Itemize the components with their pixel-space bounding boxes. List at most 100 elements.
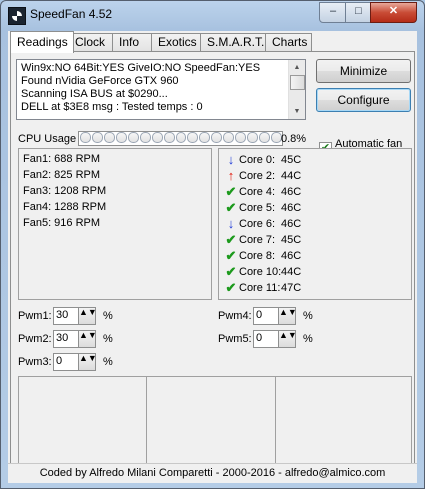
cpu-usage-segment [163,132,175,143]
cpu-usage-segment [223,132,235,143]
cpu-usage-segment [187,132,199,143]
panel-divider [146,377,147,467]
temp-trend-icon: ↓ [227,216,235,231]
temp-trend-icon: ↑ [227,168,235,183]
pwm4-spin-icon[interactable]: ▲▼ [278,308,297,324]
pwm3-stepper[interactable]: 0 ▲▼ [53,353,97,371]
window-close-button[interactable]: ✕ [370,2,417,23]
pwm5-unit: % [303,333,313,345]
speedfan-window: SpeedFan 4.52 – □ ✕ Readings Clock Info … [0,0,425,489]
title-bar[interactable]: SpeedFan 4.52 – □ ✕ [1,1,424,28]
tab-clock[interactable]: Clock [68,33,118,51]
log-line: Win9x:NO 64Bit:YES GiveIO:NO SpeedFan:YE… [21,62,261,74]
pwm2-unit: % [103,333,113,345]
pwm1-spin-icon[interactable]: ▲▼ [78,308,97,324]
temp-name: Core 6: [239,218,276,230]
cpu-usage-segment [127,132,139,143]
temp-row: ✔ Core 7: 45C [223,232,403,248]
cpu-usage-segment [151,132,163,143]
temp-value: 45C [281,154,302,166]
pwm1-unit: % [103,310,113,322]
fan-reading: Fan4: 1288 RPM [23,201,107,213]
temp-name: Core 5: [239,202,276,214]
credits-text: Coded by Alfredo Milani Comparetti - 200… [39,467,386,479]
temp-row: ↑ Core 2: 44C [223,168,403,184]
cpu-usage-segment [115,132,127,143]
temperatures-box: ↓ Core 0: 45C ↑ Core 2: 44C ✔ Core 4: 46… [218,148,412,300]
temp-row: ✔ Core 8: 46C [223,248,403,264]
pwm1-value[interactable]: 30 [56,309,68,321]
log-box[interactable]: Win9x:NO 64Bit:YES GiveIO:NO SpeedFan:YE… [16,59,306,120]
cpu-usage-segment [235,132,247,143]
temp-name: Core 0: [239,154,276,166]
cpu-usage-segment [103,132,115,143]
fan-speeds-box: Fan1: 688 RPM Fan2: 825 RPM Fan3: 1208 R… [18,148,212,300]
pwm2-value[interactable]: 30 [56,332,68,344]
temp-name: Core 2: [239,170,276,182]
scroll-thumb[interactable] [290,75,305,90]
pwm2-stepper[interactable]: 30 ▲▼ [53,330,97,348]
temp-row: ↓ Core 0: 45C [223,152,403,168]
window-minimize-button[interactable]: – [319,2,347,23]
pwm5-spin-icon[interactable]: ▲▼ [278,331,297,347]
log-line: Found nVidia GeForce GTX 960 [21,75,179,87]
cpu-usage-value: 0.8% [281,133,307,145]
scroll-up-icon[interactable]: ▲ [289,60,305,75]
temp-name: Core 4: [239,186,276,198]
tab-charts[interactable]: Charts [265,33,312,51]
cpu-usage-segment [199,132,211,143]
temp-value: 44C [281,266,302,278]
temp-row: ✔ Core 10: 44C [223,264,403,280]
cpu-usage-segment [175,132,187,143]
panel-divider [275,377,276,467]
pwm3-spin-icon[interactable]: ▲▼ [78,354,97,370]
configure-button[interactable]: Configure [316,88,411,112]
client-area: Readings Clock Info Exotics S.M.A.R.T. C… [8,31,417,483]
fan-reading: Fan2: 825 RPM [23,169,101,181]
temp-trend-icon: ✔ [225,248,237,263]
tab-readings[interactable]: Readings [10,31,74,53]
temp-value: 44C [281,170,302,182]
cpu-usage-bar [78,131,283,146]
speedfan-app-icon[interactable] [8,7,26,25]
temp-trend-icon: ✔ [225,280,237,295]
pwm3-label: Pwm3: [18,356,52,368]
pwm5-value[interactable]: 0 [256,332,262,344]
tab-smart[interactable]: S.M.A.R.T. [200,33,271,51]
temp-name: Core 8: [239,250,276,262]
temp-trend-icon: ✔ [225,184,237,199]
temp-row: ✔ Core 11: 47C [223,280,403,296]
temp-name: Core 7: [239,234,276,246]
pwm4-value[interactable]: 0 [256,309,262,321]
tab-exotics[interactable]: Exotics [151,33,206,51]
pwm5-stepper[interactable]: 0 ▲▼ [253,330,297,348]
temp-value: 47C [281,282,302,294]
scroll-down-icon[interactable]: ▼ [289,104,305,119]
cpu-usage-segment [139,132,151,143]
minimize-button[interactable]: Minimize [316,59,411,83]
cpu-usage-segment [80,132,91,143]
status-bar: Coded by Alfredo Milani Comparetti - 200… [8,463,417,483]
cpu-usage-segment [259,132,270,143]
pwm2-label: Pwm2: [18,333,52,345]
pwm4-stepper[interactable]: 0 ▲▼ [253,307,297,325]
temp-trend-icon: ↓ [227,152,235,167]
log-scrollbar[interactable]: ▲ ▼ [288,60,305,119]
pwm1-stepper[interactable]: 30 ▲▼ [53,307,97,325]
temp-value: 46C [281,202,302,214]
log-line: DELL at $3E8 msg : Tested temps : 0 [21,101,203,113]
cpu-usage-segment [247,132,259,143]
fan-reading: Fan5: 916 RPM [23,217,101,229]
pwm2-spin-icon[interactable]: ▲▼ [78,331,97,347]
window-maximize-button[interactable]: □ [345,2,372,23]
fan-reading: Fan3: 1208 RPM [23,185,107,197]
pwm4-label: Pwm4: [218,310,252,322]
pwm3-value[interactable]: 0 [56,355,62,367]
temp-trend-icon: ✔ [225,264,237,279]
temp-row: ↓ Core 6: 46C [223,216,403,232]
cpu-usage-segment [211,132,223,143]
temp-value: 46C [281,250,302,262]
temp-name: Core 10: [239,266,282,278]
pwm5-label: Pwm5: [218,333,252,345]
cpu-usage-label: CPU Usage [18,133,77,145]
